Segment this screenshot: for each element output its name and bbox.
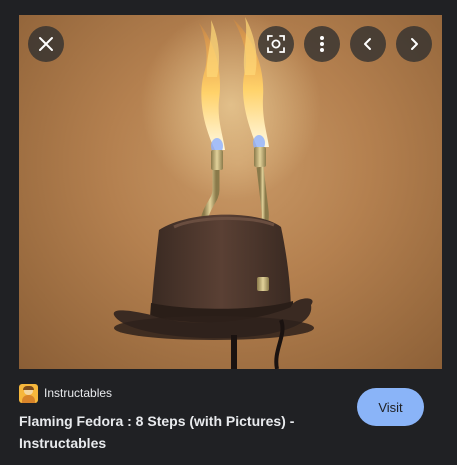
image-viewer: Instructables Flaming Fedora : 8 Steps (…: [0, 0, 457, 465]
search-with-lens-button[interactable]: [258, 26, 294, 62]
result-image[interactable]: [19, 15, 442, 369]
source-favicon: [19, 383, 38, 403]
chevron-left-icon: [364, 38, 371, 50]
lens-search-icon: [267, 35, 285, 53]
close-button[interactable]: [28, 26, 64, 62]
result-title[interactable]: Flaming Fedora : 8 Steps (with Pictures)…: [19, 410, 339, 454]
previous-image-button[interactable]: [350, 26, 386, 62]
source-link[interactable]: Instructables: [19, 383, 112, 403]
close-icon: [39, 37, 53, 51]
more-vert-icon: [320, 36, 324, 52]
more-options-button[interactable]: [304, 26, 340, 62]
next-image-button[interactable]: [396, 26, 432, 62]
chevron-right-icon: [411, 38, 418, 50]
source-name: Instructables: [44, 386, 113, 400]
flaming-fedora-photo: [113, 15, 321, 369]
visit-button[interactable]: Visit: [357, 388, 424, 426]
